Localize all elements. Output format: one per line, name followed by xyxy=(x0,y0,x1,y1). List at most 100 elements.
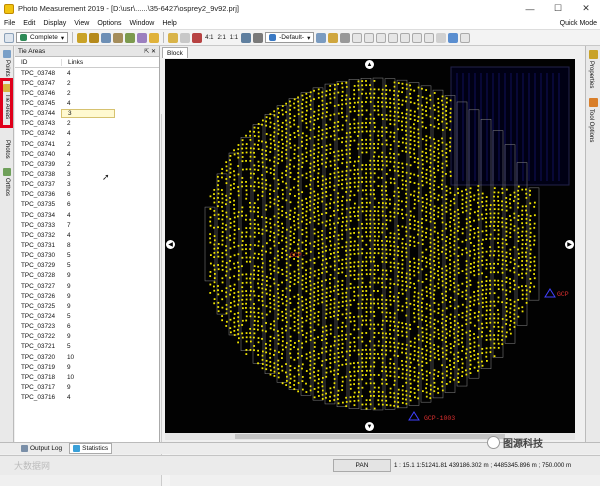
close-view-icon[interactable] xyxy=(436,32,447,43)
status-combo[interactable]: Complete ▾ xyxy=(16,32,69,43)
menu-help[interactable]: Help xyxy=(158,20,180,27)
table-row[interactable]: TPC_03745 4 xyxy=(15,98,148,108)
tab-orthos[interactable]: Orthos xyxy=(1,166,13,196)
table-row[interactable]: TPC_03721 5 xyxy=(15,342,148,352)
table-row[interactable]: TPC_03728 9 xyxy=(15,271,148,281)
zoom-1to1-button[interactable]: 1:1 xyxy=(229,35,239,41)
tie-point xyxy=(365,126,368,129)
measure-icon[interactable] xyxy=(101,32,112,43)
table-row[interactable]: TPC_03723 6 xyxy=(15,322,148,332)
pan-down-button[interactable]: ▼ xyxy=(365,422,374,431)
table-row[interactable]: TPC_03731 8 xyxy=(15,240,148,250)
pan-up-button[interactable]: ▲ xyxy=(365,60,374,69)
maximize-button[interactable]: ☐ xyxy=(544,0,572,17)
table-row[interactable]: TPC_03726 9 xyxy=(15,291,148,301)
tab-output-log[interactable]: Output Log xyxy=(18,443,65,454)
table-row[interactable]: TPC_03734 4 xyxy=(15,210,148,220)
swap-icon[interactable] xyxy=(400,32,411,43)
tie-point xyxy=(533,201,536,204)
table-row[interactable]: TPC_03742 4 xyxy=(15,129,148,139)
sync-icon[interactable] xyxy=(448,32,459,43)
table-row[interactable]: TPC_03738 3 xyxy=(15,169,148,179)
table-row[interactable]: TPC_03748 4 xyxy=(15,68,148,78)
close-button[interactable]: ✕ xyxy=(572,0,600,17)
lock-icon[interactable] xyxy=(340,32,351,43)
tab-block[interactable]: Block xyxy=(162,47,188,58)
tab-properties[interactable]: Properties xyxy=(588,61,594,88)
rotate-icon[interactable] xyxy=(241,32,252,43)
table-row[interactable]: TPC_03744 3 xyxy=(15,109,148,119)
table-row[interactable]: TPC_03729 5 xyxy=(15,261,148,271)
image-left-icon[interactable] xyxy=(352,32,363,43)
tie-point xyxy=(349,194,352,197)
block-canvas[interactable]: ▲ ▼ ◀ ▶ GCP GCP-1003 GCP- xyxy=(165,59,575,433)
zoom-window-icon[interactable] xyxy=(180,32,191,43)
table-row[interactable]: TPC_03720 10 xyxy=(15,352,148,362)
table-row[interactable]: TPC_03717 9 xyxy=(15,382,148,392)
zoom-2to1-button[interactable]: 2:1 xyxy=(216,35,226,41)
tie-point xyxy=(245,151,248,154)
table-row[interactable]: TPC_03730 5 xyxy=(15,251,148,261)
display-icon[interactable] xyxy=(316,32,327,43)
table-row[interactable]: TPC_03722 9 xyxy=(15,332,148,342)
zoom-4to1-button[interactable]: 4:1 xyxy=(204,35,214,41)
quick-mode-button[interactable]: Quick Mode xyxy=(560,20,600,27)
layers-icon[interactable] xyxy=(137,32,148,43)
table-row[interactable]: TPC_03737 3 xyxy=(15,180,148,190)
menu-file[interactable]: File xyxy=(0,20,19,27)
table-row[interactable]: TPC_03727 9 xyxy=(15,281,148,291)
table-row[interactable]: TPC_03719 9 xyxy=(15,362,148,372)
tab-tool-options[interactable]: Tool Options xyxy=(588,109,594,142)
pan-right-button[interactable]: ▶ xyxy=(565,240,574,249)
copy-icon[interactable] xyxy=(412,32,423,43)
tie-point xyxy=(341,380,344,383)
menu-display[interactable]: Display xyxy=(39,20,70,27)
image-down-icon[interactable] xyxy=(388,32,399,43)
tie-point xyxy=(513,284,516,286)
area-tool-icon[interactable] xyxy=(89,32,100,43)
tab-statistics[interactable]: Statistics xyxy=(69,443,113,454)
column-header-links[interactable]: Links xyxy=(61,58,141,66)
scrollbar-thumb[interactable] xyxy=(235,434,505,439)
tab-points[interactable]: Points xyxy=(1,48,13,77)
panel-header-buttons[interactable]: ⇱ ✕ xyxy=(144,48,159,55)
open-icon[interactable] xyxy=(4,32,14,43)
tie-point xyxy=(341,279,344,282)
table-row[interactable]: TPC_03736 6 xyxy=(15,190,148,200)
refresh-icon[interactable] xyxy=(253,32,264,43)
menu-window[interactable]: Window xyxy=(125,20,158,27)
grid-icon[interactable] xyxy=(125,32,136,43)
table-row[interactable]: TPC_03732 4 xyxy=(15,230,148,240)
tab-photos[interactable]: Photos xyxy=(1,138,13,159)
table-row[interactable]: TPC_03716 4 xyxy=(15,393,148,403)
menu-edit[interactable]: Edit xyxy=(19,20,39,27)
edit-props-icon[interactable] xyxy=(328,32,339,43)
image-up-icon[interactable] xyxy=(376,32,387,43)
table-row[interactable]: TPC_03739 2 xyxy=(15,159,148,169)
point-tool-icon[interactable] xyxy=(77,32,88,43)
filter-icon[interactable] xyxy=(424,32,435,43)
edit-icon[interactable] xyxy=(113,32,124,43)
menu-options[interactable]: Options xyxy=(93,20,125,27)
style-combo[interactable]: -Default- ▾ xyxy=(265,32,315,43)
minimize-button[interactable]: — xyxy=(516,0,544,17)
table-row[interactable]: TPC_03725 9 xyxy=(15,301,148,311)
table-row[interactable]: TPC_03740 4 xyxy=(15,149,148,159)
table-row[interactable]: TPC_03747 2 xyxy=(15,78,148,88)
table-row[interactable]: TPC_03743 2 xyxy=(15,119,148,129)
table-row[interactable]: TPC_03741 2 xyxy=(15,139,148,149)
table-row[interactable]: TPC_03718 10 xyxy=(15,372,148,382)
column-header-id[interactable]: ID xyxy=(15,59,61,66)
star-icon[interactable] xyxy=(149,32,160,43)
tie-point xyxy=(341,300,344,303)
zoom-extent-icon[interactable] xyxy=(192,32,203,43)
table-row[interactable]: TPC_03746 2 xyxy=(15,88,148,98)
menu-view[interactable]: View xyxy=(70,20,93,27)
table-row[interactable]: TPC_03733 7 xyxy=(15,220,148,230)
table-row[interactable]: TPC_03735 6 xyxy=(15,200,148,210)
image-right-icon[interactable] xyxy=(364,32,375,43)
pan-left-button[interactable]: ◀ xyxy=(166,240,175,249)
settings-icon[interactable] xyxy=(460,32,471,43)
pan-hand-icon[interactable] xyxy=(168,32,179,43)
table-row[interactable]: TPC_03724 5 xyxy=(15,311,148,321)
